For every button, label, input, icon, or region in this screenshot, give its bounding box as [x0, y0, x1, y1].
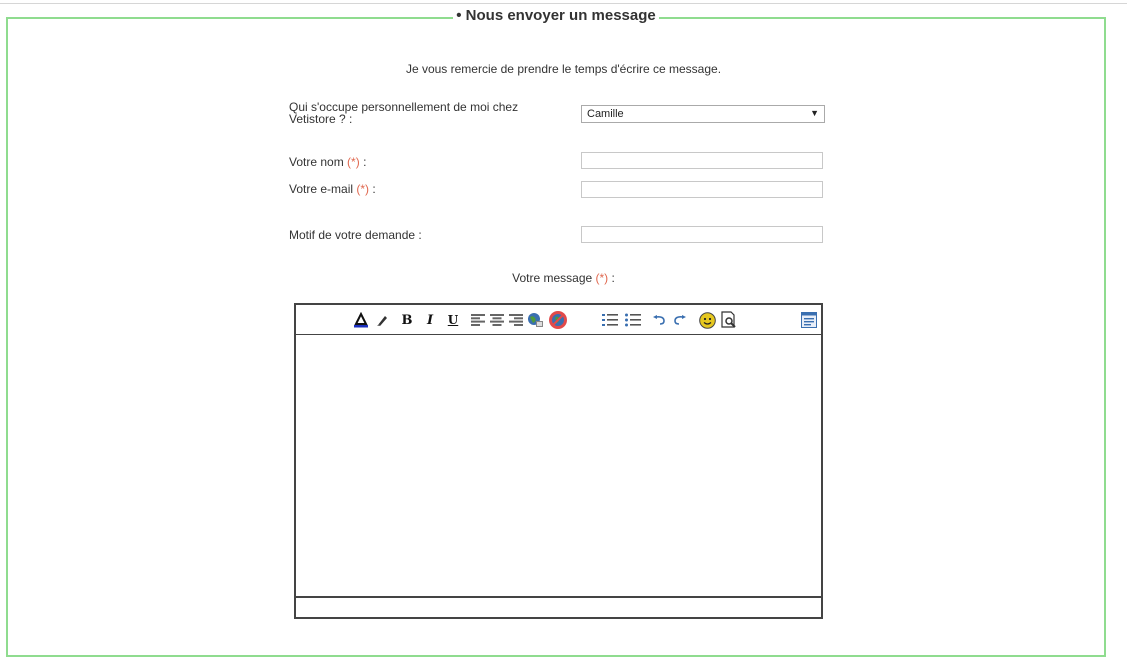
smiley-icon[interactable] [698, 311, 716, 329]
email-input[interactable] [581, 181, 823, 198]
intro-text: Je vous remercie de prendre le temps d'é… [405, 62, 722, 76]
reason-label: Motif de votre demande : [289, 228, 422, 242]
message-label: Votre message (*) : [512, 271, 615, 285]
unordered-list-icon[interactable] [625, 311, 641, 329]
top-divider [0, 3, 1127, 4]
name-input[interactable] [581, 152, 823, 169]
editor-toolbar: B I U [296, 305, 821, 335]
message-editor: B I U [294, 303, 823, 619]
advisor-label: Qui s'occupe personnellement de moi chez… [289, 100, 519, 126]
insert-link-icon[interactable] [527, 311, 545, 329]
required-marker: (*) [595, 271, 609, 285]
bold-icon[interactable]: B [400, 311, 414, 329]
editor-status-bar [296, 596, 821, 617]
advisor-selected-value: Camille [587, 108, 624, 120]
name-label: Votre nom (*) : [289, 155, 367, 169]
advisor-select[interactable]: Camille ▼ [581, 105, 825, 123]
redo-icon[interactable] [672, 311, 688, 329]
required-marker: (*) [356, 182, 370, 196]
ordered-list-icon[interactable] [602, 311, 618, 329]
align-center-icon[interactable] [489, 311, 505, 329]
align-left-icon[interactable] [470, 311, 486, 329]
form-title: • Nous envoyer un message [8, 7, 1104, 25]
highlight-icon[interactable] [375, 311, 389, 329]
source-icon[interactable] [800, 311, 818, 329]
message-textarea[interactable] [296, 336, 821, 594]
undo-icon[interactable] [651, 311, 667, 329]
dropdown-arrow-icon: ▼ [810, 108, 819, 118]
remove-link-icon[interactable] [548, 311, 568, 329]
reason-input[interactable] [581, 226, 823, 243]
preview-icon[interactable] [719, 311, 739, 329]
required-marker: (*) [347, 155, 360, 169]
italic-icon[interactable]: I [424, 311, 436, 329]
email-label: Votre e-mail (*) : [289, 182, 376, 196]
align-right-icon[interactable] [508, 311, 524, 329]
underline-icon[interactable]: U [446, 311, 460, 329]
text-color-icon[interactable] [352, 311, 370, 329]
